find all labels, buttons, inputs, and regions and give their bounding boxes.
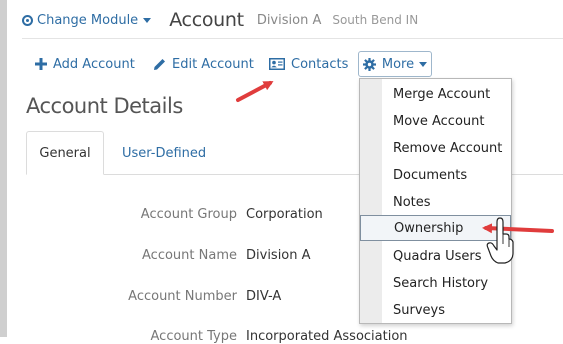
annotation-arrow-contacts (236, 81, 274, 102)
field-label-account-name: Account Name (142, 248, 237, 263)
chevron-down-icon (419, 61, 428, 67)
menu-item-notes[interactable]: Notes (382, 189, 511, 216)
tab-general-label: General (39, 145, 91, 161)
gear-icon (362, 57, 376, 71)
tab-user-defined-label: User-Defined (122, 145, 207, 161)
contacts-button[interactable]: Contacts (269, 52, 348, 76)
tab-user-defined[interactable]: User-Defined (122, 131, 206, 175)
field-label-account-group: Account Group (140, 207, 237, 222)
change-module-label: Change Module (37, 12, 139, 28)
add-account-button[interactable]: Add Account (35, 52, 135, 76)
more-dropdown-button[interactable]: More (358, 51, 432, 77)
field-value-account-number: DIV-A (246, 289, 282, 304)
header-bar: Change Module Account Division A South B… (22, 6, 418, 34)
module-icon (22, 14, 33, 26)
page-title: Account (169, 9, 244, 31)
add-account-label: Add Account (53, 56, 135, 72)
more-label: More (381, 56, 415, 72)
field-label-account-number: Account Number (128, 289, 237, 304)
field-value-account-group: Corporation (246, 207, 323, 222)
edit-account-label: Edit Account (172, 56, 254, 72)
more-dropdown-menu: Merge Account Move Account Remove Accoun… (359, 78, 512, 324)
menu-item-remove-account[interactable]: Remove Account (382, 135, 511, 162)
menu-item-quadra-users[interactable]: Quadra Users (382, 243, 511, 270)
account-name-subtitle: Division A (256, 12, 322, 28)
menu-item-search-history[interactable]: Search History (382, 270, 511, 297)
menu-item-merge-account[interactable]: Merge Account (382, 81, 511, 108)
menu-item-ownership[interactable]: Ownership (360, 215, 511, 241)
chevron-down-icon (143, 17, 152, 23)
plus-icon (35, 58, 47, 70)
menu-item-surveys[interactable]: Surveys (382, 297, 511, 324)
tab-general[interactable]: General (26, 131, 104, 175)
section-title: Account Details (26, 94, 183, 118)
menu-item-documents[interactable]: Documents (382, 162, 511, 189)
contacts-label: Contacts (291, 56, 349, 72)
pencil-icon (154, 58, 165, 70)
menu-item-move-account[interactable]: Move Account (382, 108, 511, 135)
left-window-edge (0, 0, 7, 337)
field-value-account-name: Division A (246, 248, 311, 263)
change-module-dropdown[interactable]: Change Module (22, 12, 152, 28)
header-divider (22, 38, 563, 39)
account-location-subtitle: South Bend IN (332, 13, 419, 27)
contact-card-icon (269, 58, 285, 70)
edit-account-button[interactable]: Edit Account (153, 52, 254, 76)
